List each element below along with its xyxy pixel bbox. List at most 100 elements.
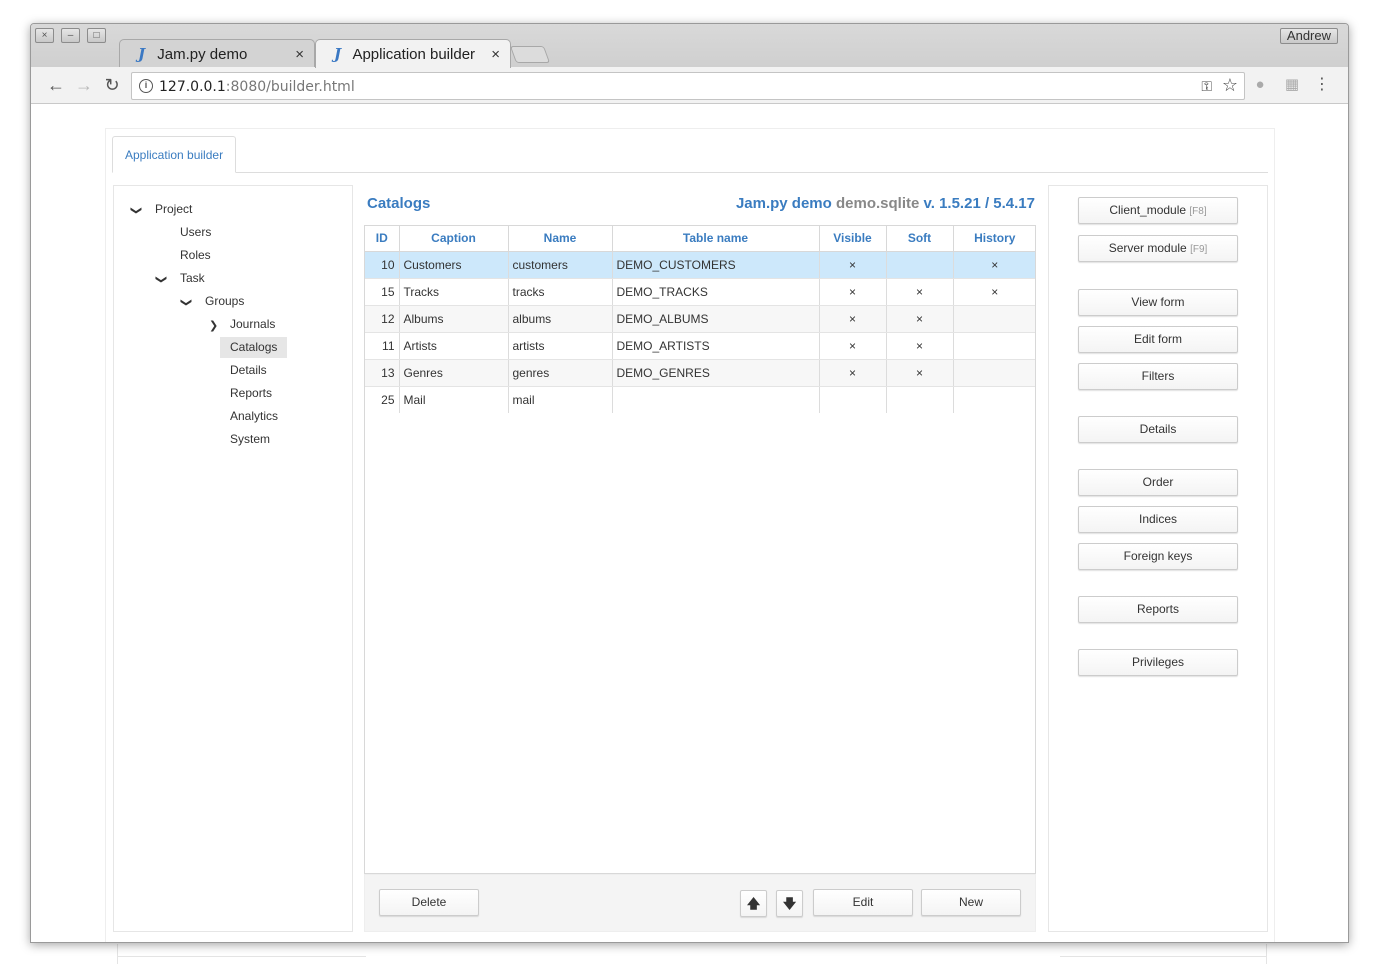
- move-up-button[interactable]: 🡅: [740, 890, 767, 917]
- cell-caption: Customers: [399, 251, 509, 279]
- back-icon[interactable]: ←: [44, 73, 68, 97]
- tab-application-builder-page[interactable]: Application builder: [112, 136, 237, 173]
- edit-button[interactable]: Edit: [813, 889, 913, 916]
- tab-title: Application builder: [352, 46, 476, 63]
- foreign-keys-button[interactable]: Foreign keys: [1078, 543, 1238, 570]
- table-row[interactable]: 15 Tracks tracks DEMO_TRACKS × × ×: [365, 278, 1035, 306]
- chevron-right-icon[interactable]: ❯: [209, 319, 218, 332]
- column-header-visible[interactable]: Visible: [819, 226, 887, 252]
- tree-item-roles[interactable]: Roles: [170, 245, 221, 266]
- tree-item-system[interactable]: System: [220, 429, 280, 450]
- view-form-button[interactable]: View form: [1078, 289, 1238, 316]
- grid-extension-icon[interactable]: ▦: [1284, 77, 1300, 93]
- cell-id: 10: [365, 251, 400, 279]
- bookmark-star-icon[interactable]: ☆: [1222, 75, 1238, 96]
- shortcut-hint: [F9]: [1190, 244, 1208, 255]
- page-title: Catalogs: [367, 195, 431, 212]
- shortcut-hint: [F8]: [1189, 206, 1207, 217]
- table-row[interactable]: 13 Genres genres DEMO_GENRES × ×: [365, 359, 1035, 387]
- tree-item-groups[interactable]: Groups: [195, 291, 254, 312]
- app-name: Jam.py demo: [735, 195, 832, 212]
- tree-item-analytics[interactable]: Analytics: [220, 406, 288, 427]
- window-maximize-button[interactable]: □: [87, 28, 106, 43]
- cell-soft: ×: [886, 305, 954, 333]
- reports-button[interactable]: Reports: [1078, 596, 1238, 623]
- cell-name: customers: [508, 251, 613, 279]
- background-divider: [1060, 956, 1266, 957]
- column-header-history[interactable]: History: [953, 226, 1035, 252]
- column-header-soft[interactable]: Soft: [886, 226, 954, 252]
- edit-form-button[interactable]: Edit form: [1078, 326, 1238, 353]
- address-bar[interactable]: i 127.0.0.1:8080/builder.html ⚿ ☆: [131, 72, 1245, 100]
- cell-caption: Artists: [399, 332, 509, 360]
- cell-name: tracks: [508, 278, 613, 306]
- key-icon[interactable]: ⚿: [1201, 78, 1212, 95]
- tab-close-icon[interactable]: ×: [491, 40, 500, 69]
- column-header-caption[interactable]: Caption: [399, 226, 509, 252]
- indices-button[interactable]: Indices: [1078, 506, 1238, 533]
- tab-jam-py-demo[interactable]: J Jam.py demo ×: [119, 39, 315, 68]
- globe-extension-icon[interactable]: ●: [1252, 77, 1268, 93]
- tab-close-icon[interactable]: ×: [295, 40, 304, 69]
- tree-item-users[interactable]: Users: [170, 222, 221, 243]
- cell-name: albums: [508, 305, 613, 333]
- tree-item-project[interactable]: Project: [145, 199, 202, 220]
- tree-item-journals[interactable]: Journals: [220, 314, 285, 335]
- actions-panel: Client_module [F8] Server module [F9] Vi…: [1048, 185, 1268, 932]
- tree-item-catalogs[interactable]: Catalogs: [220, 337, 288, 358]
- cell-caption: Genres: [399, 359, 509, 387]
- details-button[interactable]: Details: [1078, 416, 1238, 443]
- database-name: demo.sqlite: [835, 195, 920, 212]
- table-row[interactable]: 11 Artists artists DEMO_ARTISTS × ×: [365, 332, 1035, 360]
- window-close-button[interactable]: ×: [35, 28, 54, 43]
- app-version: v. 1.5.21 / 5.4.17: [923, 195, 1035, 212]
- column-header-id[interactable]: ID: [365, 226, 400, 252]
- cell-id: 11: [365, 332, 400, 360]
- cell-visible: ×: [819, 278, 887, 306]
- cell-name: mail: [508, 386, 613, 413]
- chevron-down-icon[interactable]: ❯: [130, 206, 143, 215]
- privileges-button[interactable]: Privileges: [1078, 649, 1238, 676]
- cell-history: ×: [953, 251, 1035, 279]
- cell-name: artists: [508, 332, 613, 360]
- tree-item-details[interactable]: Details: [220, 360, 277, 381]
- tab-title: Jam.py demo: [157, 46, 248, 63]
- new-tab-button[interactable]: [509, 46, 551, 63]
- cell-id: 25: [365, 386, 400, 413]
- reload-icon[interactable]: ↻: [100, 73, 124, 97]
- move-down-button[interactable]: 🡇: [776, 890, 803, 917]
- tab-application-builder[interactable]: J Application builder ×: [315, 39, 511, 68]
- tree-item-task[interactable]: Task: [170, 268, 215, 289]
- url-text[interactable]: 127.0.0.1:8080/builder.html: [159, 79, 355, 95]
- tree-item-reports[interactable]: Reports: [220, 383, 282, 404]
- info-icon[interactable]: i: [139, 79, 153, 93]
- cell-visible: [819, 386, 887, 413]
- filters-button[interactable]: Filters: [1078, 363, 1238, 390]
- cell-history: [953, 305, 1035, 333]
- url-host: 127.0.0.1: [159, 79, 226, 95]
- table-row[interactable]: 12 Albums albums DEMO_ALBUMS × ×: [365, 305, 1035, 333]
- cell-soft: ×: [886, 359, 954, 387]
- browser-toolbar: ← → ↻ i 127.0.0.1:8080/builder.html ⚿ ☆ …: [31, 67, 1348, 104]
- table-row[interactable]: 25 Mail mail: [365, 386, 1035, 413]
- column-header-name[interactable]: Name: [508, 226, 613, 252]
- cell-caption: Mail: [399, 386, 509, 413]
- catalogs-panel: Catalogs Jam.py demo demo.sqlite v. 1.5.…: [364, 185, 1036, 932]
- new-button[interactable]: New: [921, 889, 1021, 916]
- cell-visible: ×: [819, 305, 887, 333]
- forward-icon[interactable]: →: [72, 73, 96, 97]
- client-module-button[interactable]: Client_module [F8]: [1078, 197, 1238, 224]
- app-container: Application builder ❯ Project Users Role…: [105, 128, 1275, 942]
- table-row[interactable]: 10 Customers customers DEMO_CUSTOMERS × …: [365, 251, 1035, 279]
- jam-favicon-icon: J: [138, 45, 146, 63]
- column-header-table-name[interactable]: Table name: [612, 226, 820, 252]
- server-module-button[interactable]: Server module [F9]: [1078, 235, 1238, 262]
- window-minimize-button[interactable]: –: [61, 28, 80, 43]
- chevron-down-icon[interactable]: ❯: [180, 298, 193, 307]
- order-button[interactable]: Order: [1078, 469, 1238, 496]
- chevron-down-icon[interactable]: ❯: [155, 275, 168, 284]
- profile-badge[interactable]: Andrew: [1279, 28, 1338, 44]
- browser-menu-icon[interactable]: ⋮: [1314, 75, 1330, 95]
- cell-table-name: DEMO_CUSTOMERS: [612, 251, 820, 279]
- delete-button[interactable]: Delete: [379, 889, 479, 916]
